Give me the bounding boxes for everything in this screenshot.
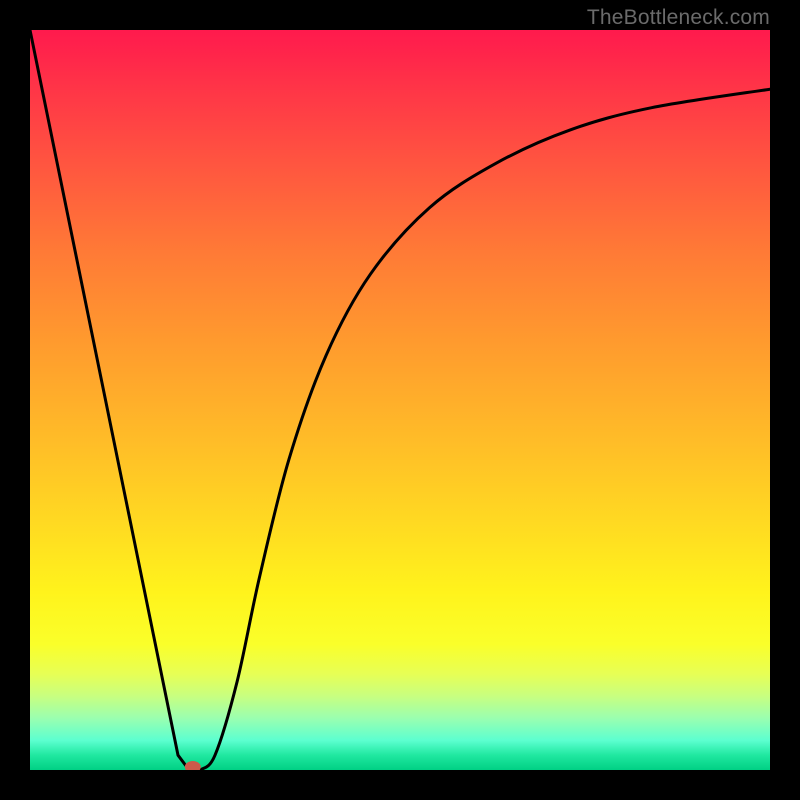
chart-frame [30, 30, 770, 770]
chart-curve [30, 30, 770, 770]
watermark-label: TheBottleneck.com [587, 6, 770, 30]
chart-marker-dot [185, 761, 201, 770]
chart-svg [30, 30, 770, 770]
